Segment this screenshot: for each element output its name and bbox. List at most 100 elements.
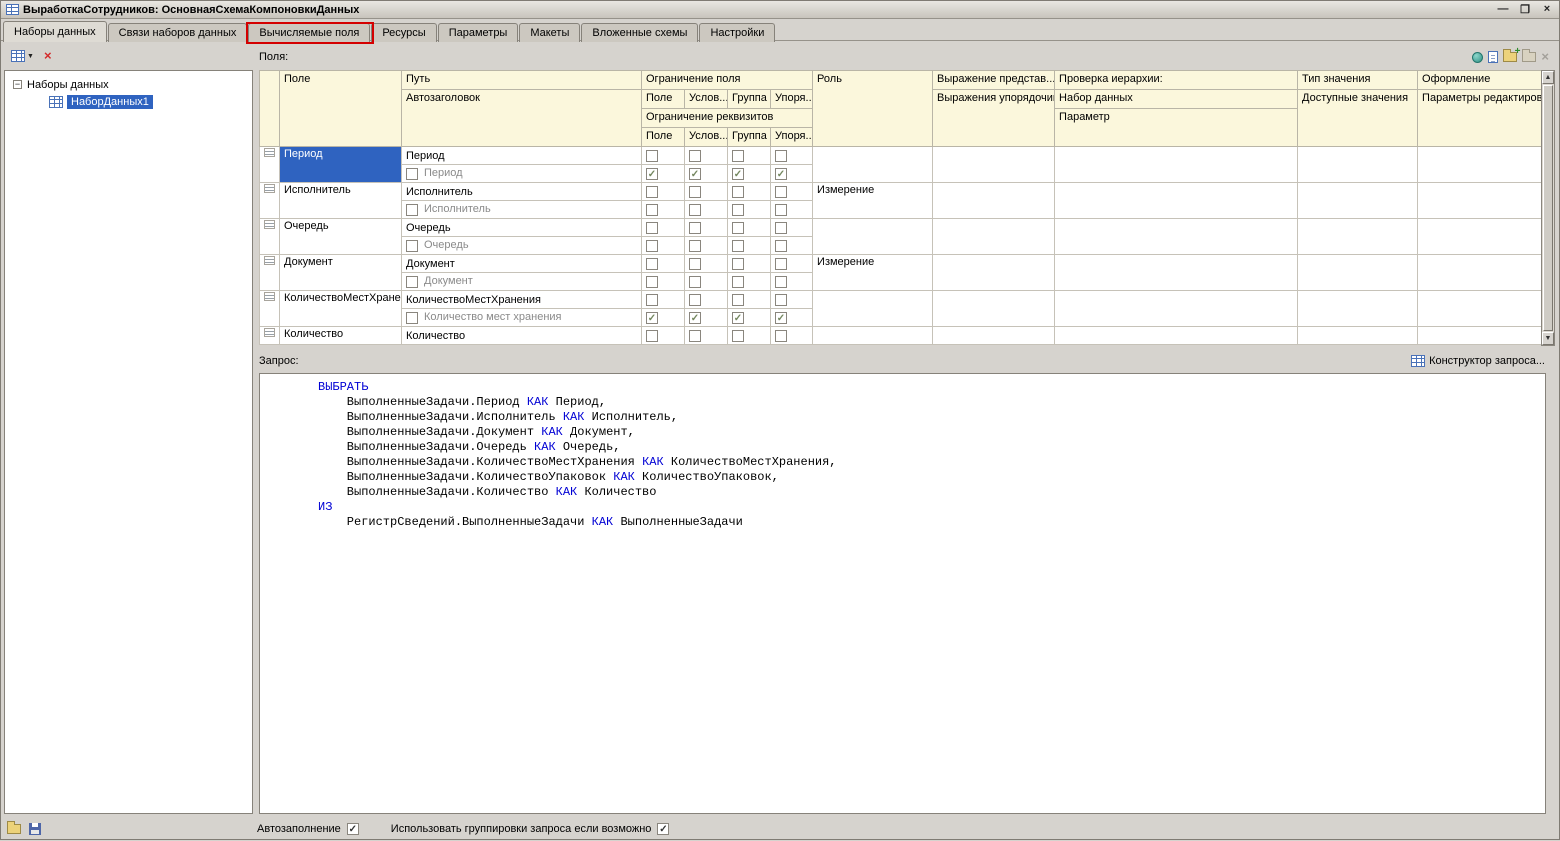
field-hierarchy-cell[interactable] [1054,146,1299,183]
field-restriction-checkbox[interactable] [732,221,744,234]
folder-button[interactable] [1522,49,1537,62]
scroll-up-icon[interactable]: ▲ [1542,71,1554,84]
attr-restriction-checkbox[interactable] [732,239,744,252]
field-restriction-checkbox[interactable] [775,221,787,234]
field-value-type-cell[interactable] [1297,146,1419,183]
attr-restriction-checkbox[interactable] [775,203,787,216]
query-text[interactable]: ВЫБРАТЬ ВыполненныеЗадачи.Период КАК Пер… [260,374,1545,530]
field-restriction-checkbox[interactable] [775,185,787,198]
field-restriction-checkbox[interactable] [775,329,787,342]
field-name-cell[interactable]: Период [279,146,402,183]
row-handle[interactable] [259,254,280,291]
field-presentation-cell[interactable] [932,326,1056,345]
field-restriction-checkbox[interactable] [689,293,701,306]
field-path-cell[interactable]: Количество [401,326,642,345]
attr-restriction-checkbox[interactable] [775,239,787,252]
field-restriction-checkbox[interactable] [732,329,744,342]
attr-restriction-checkbox[interactable] [646,203,658,216]
field-appearance-cell[interactable] [1417,146,1543,183]
tab-ресурсы[interactable]: Ресурсы [371,23,437,42]
field-restriction-checkbox[interactable] [689,185,701,198]
dataset-tree[interactable]: − Наборы данных НаборДанных1 [4,70,253,814]
field-restriction-checkbox[interactable] [646,329,658,342]
attr-restriction-checkbox[interactable]: ✓ [775,167,787,180]
add-folder-button[interactable] [1503,46,1520,62]
field-presentation-cell[interactable] [932,290,1056,327]
close-button-icon[interactable]: × [1540,3,1554,16]
field-path-cell[interactable]: Документ [401,254,642,273]
tree-expander-icon[interactable]: − [13,80,22,89]
attr-restriction-checkbox[interactable]: ✓ [646,311,658,324]
field-appearance-cell[interactable] [1417,218,1543,255]
field-path-cell[interactable]: КоличествоМестХранения [401,290,642,309]
field-restriction-checkbox[interactable] [646,257,658,270]
field-value-type-cell[interactable] [1297,218,1419,255]
tree-root-label[interactable]: Наборы данных [27,79,109,91]
field-hierarchy-cell[interactable] [1054,182,1299,219]
field-restriction-checkbox[interactable] [775,293,787,306]
field-restriction-checkbox[interactable] [646,293,658,306]
field-appearance-cell[interactable] [1417,182,1543,219]
field-role-cell[interactable]: Измерение [812,254,934,291]
field-role-cell[interactable] [812,146,934,183]
field-restriction-checkbox[interactable] [689,257,701,270]
field-value-type-cell[interactable] [1297,182,1419,219]
field-presentation-cell[interactable] [932,182,1056,219]
tree-item-наборданных1[interactable]: НаборДанных1 [5,93,252,110]
field-value-type-cell[interactable] [1297,326,1419,345]
query-editor[interactable]: ВЫБРАТЬ ВыполненныеЗадачи.Период КАК Пер… [259,373,1546,814]
refresh-fields-button[interactable] [1472,51,1484,63]
field-role-cell[interactable] [812,326,934,345]
field-presentation-cell[interactable] [932,254,1056,291]
field-restriction-checkbox[interactable] [732,149,744,162]
field-hierarchy-cell[interactable] [1054,254,1299,291]
tab-макеты[interactable]: Макеты [519,23,581,42]
attr-restriction-checkbox[interactable] [689,239,701,252]
title-bar[interactable]: ВыработкаСотрудников: ОсновнаяСхемаКомпо… [1,1,1559,19]
attr-restriction-checkbox[interactable] [646,239,658,252]
autotitle-cell[interactable]: Период [401,164,642,183]
attr-restriction-checkbox[interactable]: ✓ [646,167,658,180]
add-field-button[interactable] [1488,51,1499,63]
tab-вычисляемые-поля[interactable]: Вычисляемые поля [248,23,371,42]
autotitle-checkbox[interactable] [406,203,418,216]
tab-параметры[interactable]: Параметры [437,23,519,42]
attr-restriction-checkbox[interactable] [646,275,658,288]
save-settings-button[interactable] [29,822,41,835]
attr-restriction-checkbox[interactable]: ✓ [775,311,787,324]
field-presentation-cell[interactable] [932,218,1056,255]
field-restriction-checkbox[interactable] [646,221,658,234]
row-handle[interactable] [259,146,280,183]
tab-наборы-данных[interactable]: Наборы данных [3,21,107,42]
field-restriction-checkbox[interactable] [689,329,701,342]
tab-настройки[interactable]: Настройки [699,23,776,42]
autotitle-checkbox[interactable] [406,167,418,180]
load-settings-button[interactable] [7,820,21,834]
field-appearance-cell[interactable] [1417,254,1543,291]
attr-restriction-checkbox[interactable]: ✓ [732,167,744,180]
field-role-cell[interactable] [812,218,934,255]
delete-field-button[interactable]: × [1541,50,1549,63]
attr-restriction-checkbox[interactable] [689,275,701,288]
autotitle-cell[interactable]: Исполнитель [401,200,642,219]
field-restriction-checkbox[interactable] [646,185,658,198]
attr-restriction-checkbox[interactable]: ✓ [732,311,744,324]
field-restriction-checkbox[interactable] [732,293,744,306]
restore-button-icon[interactable]: ❐ [1518,3,1532,16]
field-path-cell[interactable]: Период [401,146,642,165]
field-name-cell[interactable]: Исполнитель [279,182,402,219]
autotitle-cell[interactable]: Количество мест хранения [401,308,642,327]
field-name-cell[interactable]: Очередь [279,218,402,255]
field-value-type-cell[interactable] [1297,290,1419,327]
field-value-type-cell[interactable] [1297,254,1419,291]
field-path-cell[interactable]: Исполнитель [401,182,642,201]
autotitle-cell[interactable]: Документ [401,272,642,291]
field-name-cell[interactable]: Количество [279,326,402,345]
add-dataset-button[interactable]: ▼ [11,50,34,62]
row-handle[interactable] [259,326,280,345]
field-name-cell[interactable]: КоличествоМестХранения [279,290,402,327]
row-handle[interactable] [259,290,280,327]
attr-restriction-checkbox[interactable] [775,275,787,288]
panel-splitter[interactable] [253,43,258,815]
field-name-cell[interactable]: Документ [279,254,402,291]
